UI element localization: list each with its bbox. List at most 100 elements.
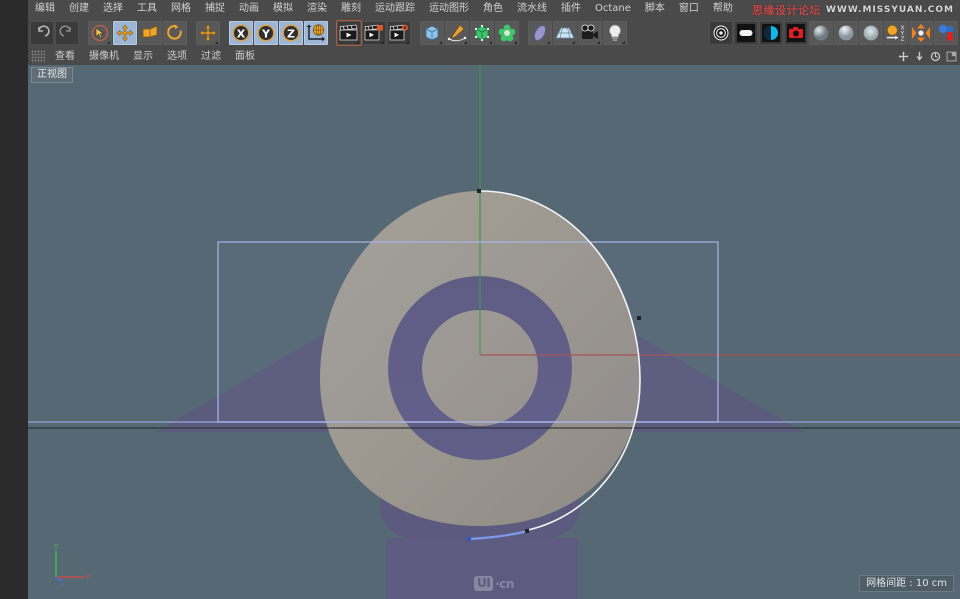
- rotate-tool-button[interactable]: [163, 21, 187, 45]
- menu-pipeline[interactable]: 流水线: [510, 0, 554, 18]
- add-spline-button[interactable]: [445, 21, 469, 45]
- viewport-menu-panel[interactable]: 面板: [228, 48, 262, 65]
- clapper-region-icon: [364, 24, 384, 42]
- cube-icon: [422, 23, 442, 43]
- add-deformer-button[interactable]: [528, 21, 552, 45]
- menu-tools[interactable]: 工具: [130, 0, 164, 18]
- octane-material-button[interactable]: [759, 21, 783, 45]
- octane-scatter-button[interactable]: [909, 21, 933, 45]
- viewport-menu-filter[interactable]: 过滤: [194, 48, 228, 65]
- spline-point-bottom-left[interactable]: [467, 537, 471, 541]
- button-menu-corner: [514, 41, 517, 44]
- octane-camera-button[interactable]: [784, 21, 808, 45]
- redo-button[interactable]: [55, 21, 79, 45]
- viewport-menu-bar: 查看 摄像机 显示 选项 过滤 面板: [28, 48, 960, 65]
- menu-animate[interactable]: 动画: [232, 0, 266, 18]
- floor-grid-icon: [555, 23, 575, 43]
- menu-snap[interactable]: 捕捉: [198, 0, 232, 18]
- mouse-mode-button[interactable]: [196, 21, 220, 45]
- render-view-button[interactable]: [337, 21, 361, 45]
- menu-mesh[interactable]: 网格: [164, 0, 198, 18]
- undo-arrow-icon: [34, 25, 50, 41]
- red-camera-icon: [786, 23, 806, 43]
- undo-button[interactable]: [30, 21, 54, 45]
- add-floor-button[interactable]: [553, 21, 577, 45]
- green-cube-generator-icon: [472, 23, 492, 43]
- half-circle-contrast-icon: [761, 23, 781, 43]
- octane-target-icon: [711, 23, 731, 43]
- gray-sphere-icon: [811, 23, 831, 43]
- svg-text:Z: Z: [287, 27, 295, 40]
- add-light-button[interactable]: [603, 21, 627, 45]
- lock-y-button[interactable]: Y: [254, 21, 278, 45]
- glossy-sphere-icon: [836, 23, 856, 43]
- menu-plugins[interactable]: 插件: [554, 0, 588, 18]
- menu-render[interactable]: 渲染: [300, 0, 334, 18]
- clapper-play-icon: [339, 24, 359, 42]
- spline-point-top[interactable]: [477, 189, 481, 193]
- light-bulb-icon: [605, 23, 625, 43]
- octane-specular-material-button[interactable]: [859, 21, 883, 45]
- uicn-watermark-suffix: ·cn: [495, 577, 514, 591]
- octane-group: X Y Z: [707, 20, 960, 46]
- move-arrows-icon: [116, 24, 134, 42]
- toolbar-left-pad: [0, 18, 28, 48]
- viewport-3d-scene[interactable]: [28, 48, 960, 599]
- viewport-panel[interactable]: 查看 摄像机 显示 选项 过滤 面板: [28, 48, 960, 599]
- viewport-rotate-icon[interactable]: [929, 51, 941, 63]
- render-settings-button[interactable]: [387, 21, 411, 45]
- octane-glossy-material-button[interactable]: [834, 21, 858, 45]
- button-menu-corner: [356, 41, 359, 44]
- menu-character[interactable]: 角色: [476, 0, 510, 18]
- add-cube-button[interactable]: [420, 21, 444, 45]
- menu-script[interactable]: 脚本: [638, 0, 672, 18]
- spline-point-bottom-right[interactable]: [525, 529, 529, 533]
- live-selection-button[interactable]: [88, 21, 112, 45]
- move-tool-button[interactable]: [113, 21, 137, 45]
- octane-coordinates-button[interactable]: X Y Z: [884, 21, 908, 45]
- viewport-menu-view[interactable]: 查看: [48, 48, 82, 65]
- add-camera-button[interactable]: [578, 21, 602, 45]
- viewport-grid-info: 网格间距 : 10 cm: [859, 575, 954, 592]
- viewport-menu-camera[interactable]: 摄像机: [82, 48, 126, 65]
- viewport-drag-grip-icon[interactable]: [31, 50, 45, 63]
- axis-label-x: X: [86, 573, 91, 581]
- uicn-watermark-mark: UI: [474, 576, 493, 591]
- lock-z-button[interactable]: Z: [279, 21, 303, 45]
- move-arrows-icon: [199, 24, 217, 42]
- selection-rectangle[interactable]: [218, 242, 718, 422]
- menu-help[interactable]: 帮助: [706, 0, 740, 18]
- button-menu-corner: [381, 41, 384, 44]
- specular-sphere-icon: [861, 23, 881, 43]
- menu-mograph[interactable]: 运动图形: [422, 0, 476, 18]
- octane-live-viewer-button[interactable]: [709, 21, 733, 45]
- menu-sculpt[interactable]: 雕刻: [334, 0, 368, 18]
- menu-create[interactable]: 创建: [62, 0, 96, 18]
- button-menu-corner: [597, 41, 600, 44]
- world-object-coord-button[interactable]: [304, 21, 328, 45]
- menu-edit[interactable]: 编辑: [28, 0, 62, 18]
- viewport-dolly-icon[interactable]: [913, 51, 925, 63]
- menu-window[interactable]: 窗口: [672, 0, 706, 18]
- svg-text:Z: Z: [901, 36, 905, 42]
- axis-label-y: Y: [53, 543, 59, 551]
- viewport-menu-options[interactable]: 选项: [160, 48, 194, 65]
- octane-objects-button[interactable]: [934, 21, 958, 45]
- spline-point-right[interactable]: [637, 316, 641, 320]
- render-region-button[interactable]: [362, 21, 386, 45]
- menu-simulate[interactable]: 模拟: [266, 0, 300, 18]
- transform-tools-group: [86, 20, 189, 46]
- add-generator-button[interactable]: [470, 21, 494, 45]
- scale-tool-button[interactable]: [138, 21, 162, 45]
- menu-octane[interactable]: Octane: [588, 0, 638, 18]
- menu-select[interactable]: 选择: [96, 0, 130, 18]
- viewport-pan-icon[interactable]: [897, 51, 909, 63]
- lock-x-button[interactable]: X: [229, 21, 253, 45]
- add-array-button[interactable]: [495, 21, 519, 45]
- octane-settings-button[interactable]: [734, 21, 758, 45]
- viewport-maximize-icon[interactable]: [945, 51, 957, 63]
- undo-redo-group: [28, 20, 81, 46]
- viewport-menu-display[interactable]: 显示: [126, 48, 160, 65]
- octane-diffuse-material-button[interactable]: [809, 21, 833, 45]
- menu-motion-tracker[interactable]: 运动跟踪: [368, 0, 422, 18]
